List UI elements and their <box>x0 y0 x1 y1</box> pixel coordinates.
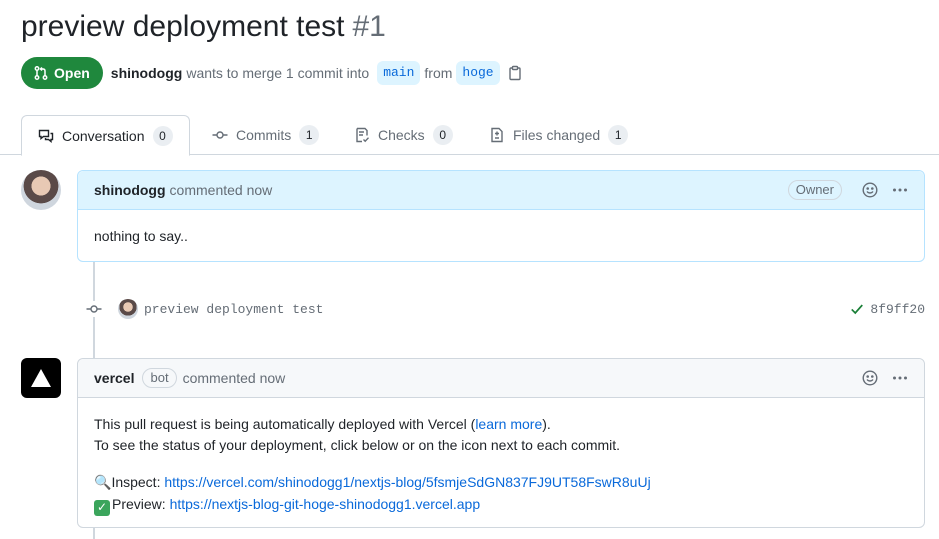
kebab-horizontal-icon[interactable] <box>892 182 908 198</box>
bot-badge: bot <box>142 368 177 388</box>
tab-counter: 0 <box>152 125 173 146</box>
git-pull-request-icon <box>34 66 48 80</box>
vercel-logo-icon <box>31 369 51 387</box>
head-branch[interactable]: hoge <box>456 61 500 85</box>
tab-counter: 1 <box>299 125 320 145</box>
pr-title-text: preview deployment test <box>21 10 345 43</box>
pr-meta: Open shinodogg wants to merge 1 commit i… <box>21 57 522 89</box>
merge-text: wants to merge 1 commit into <box>186 65 370 81</box>
tab-label: Conversation <box>62 127 145 144</box>
comment-author-link[interactable]: vercel <box>94 370 134 386</box>
check-mark-button-icon: ✓ <box>94 499 110 516</box>
base-branch[interactable]: main <box>377 61 421 85</box>
state-label: Open <box>54 65 90 81</box>
comment-discussion-icon <box>38 129 54 143</box>
tab-files-changed[interactable]: Files changed 1 <box>473 115 644 155</box>
preview-link[interactable]: https://nextjs-blog-git-hoge-shinodogg1.… <box>170 496 481 512</box>
avatar[interactable] <box>118 299 138 319</box>
comment-line: This pull request is being automatically… <box>94 414 908 435</box>
inspect-line: 🔍Inspect: https://vercel.com/shinodogg1/… <box>94 472 908 494</box>
comment-text: ). <box>542 416 551 432</box>
commit-message-link[interactable]: preview deployment test <box>144 302 323 317</box>
comment-line: To see the status of your deployment, cl… <box>94 437 621 453</box>
commit-sha-link[interactable]: 8f9ff20 <box>870 302 925 317</box>
comment-body: This pull request is being automatically… <box>78 398 924 532</box>
magnifier-icon: 🔍 <box>94 475 112 491</box>
comment-timestamp[interactable]: commented now <box>183 370 286 386</box>
checklist-icon <box>356 127 370 143</box>
smiley-icon[interactable] <box>862 370 878 386</box>
preview-line: ✓ Preview: https://nextjs-blog-git-hoge-s… <box>94 494 908 516</box>
tab-label: Checks <box>378 127 425 143</box>
comment-box: shinodogg commented now Owner nothing to… <box>77 170 925 262</box>
git-commit-icon <box>86 301 102 317</box>
file-diff-icon <box>491 127 503 143</box>
owner-badge: Owner <box>787 180 842 200</box>
vercel-avatar[interactable] <box>21 358 61 398</box>
comment-box: vercel bot commented now This pull reque… <box>77 358 925 528</box>
tab-counter: 1 <box>608 125 629 145</box>
pr-title: preview deployment test #1 <box>21 10 386 44</box>
git-commit-icon <box>212 131 228 139</box>
tab-conversation[interactable]: Conversation 0 <box>21 115 190 156</box>
comment-author-link[interactable]: shinodogg <box>94 182 166 198</box>
pr-number: #1 <box>352 10 386 43</box>
smiley-icon[interactable] <box>862 182 878 198</box>
pr-tabs: Conversation 0 Commits 1 Checks 0 Files … <box>0 115 939 156</box>
tab-label: Commits <box>236 127 292 143</box>
learn-more-link[interactable]: learn more <box>475 416 542 432</box>
tab-label: Files changed <box>513 127 601 143</box>
tab-counter: 0 <box>432 125 453 145</box>
comment-paragraph: This pull request is being automatically… <box>94 414 908 456</box>
check-icon[interactable] <box>850 302 864 316</box>
comment-header: vercel bot commented now <box>78 359 924 398</box>
from-text: from <box>424 65 453 81</box>
state-badge: Open <box>21 57 103 89</box>
inspect-label: Inspect: <box>111 474 165 490</box>
tab-checks[interactable]: Checks 0 <box>338 115 469 155</box>
inspect-link[interactable]: https://vercel.com/shinodogg1/nextjs-blo… <box>164 474 650 490</box>
tab-commits[interactable]: Commits 1 <box>196 115 335 155</box>
comment-text: nothing to say.. <box>94 228 188 244</box>
pr-author-link[interactable]: shinodogg <box>111 65 183 81</box>
comment-header: shinodogg commented now Owner <box>78 171 924 210</box>
comment-text: This pull request is being automatically… <box>94 416 476 432</box>
preview-label: Preview: <box>112 496 170 512</box>
comment-timestamp[interactable]: commented now <box>170 182 273 198</box>
comment-body: nothing to say.. <box>78 210 924 263</box>
timeline-commit: preview deployment test 8f9ff20 <box>86 298 925 320</box>
kebab-horizontal-icon[interactable] <box>892 370 908 386</box>
avatar[interactable] <box>21 170 61 210</box>
copy-icon[interactable] <box>508 65 522 81</box>
